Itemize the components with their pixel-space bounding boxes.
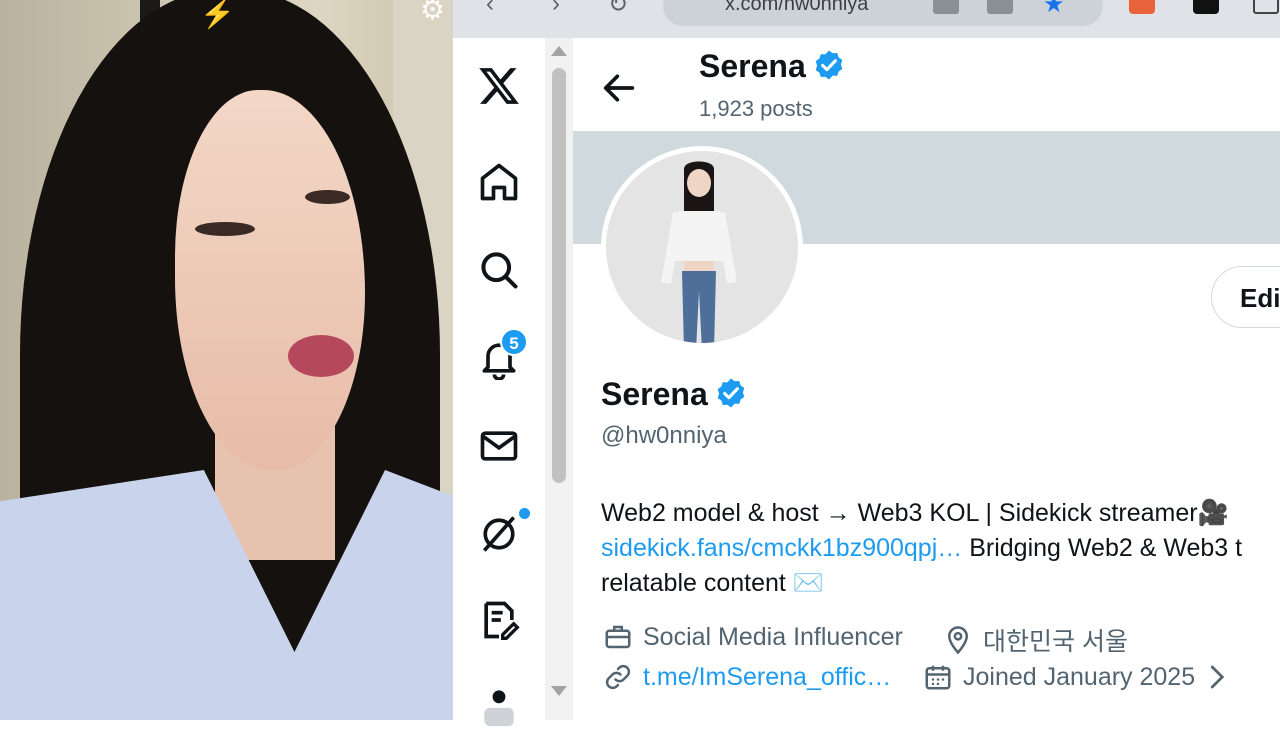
extension-fox-icon[interactable]	[1129, 0, 1155, 14]
browser-forward-icon[interactable]: ›	[541, 0, 571, 20]
profile-name-row: Serena	[601, 376, 748, 413]
drafts-edit-icon[interactable]	[477, 598, 521, 642]
notifications-count-badge: 5	[500, 328, 528, 356]
profile-name: Serena	[601, 376, 708, 412]
browser-reload-icon[interactable]: ↻	[603, 0, 633, 20]
location-pin-icon	[947, 626, 969, 655]
bio-line: sidekick.fans/cmckk1bz900qpj… Bridging W…	[601, 531, 1280, 566]
grok-new-dot	[519, 508, 530, 519]
joined-item[interactable]: Joined January 2025	[923, 662, 1241, 692]
webcam-person-eye	[195, 222, 255, 236]
edit-profile-button[interactable]: Edi	[1211, 266, 1280, 328]
profession-label: Social Media Influencer	[643, 622, 903, 651]
scroll-up-arrow-icon[interactable]	[551, 46, 567, 56]
bio-text: Bridging Web2 & Web3 t	[962, 534, 1243, 562]
briefcase-icon	[605, 625, 631, 649]
back-arrow-icon[interactable]	[599, 68, 639, 108]
sidebar-nav: 5	[453, 38, 545, 727]
profile-avatar[interactable]	[601, 146, 803, 348]
header-name: Serena	[699, 48, 806, 84]
profile-icon[interactable]	[477, 684, 521, 728]
scroll-down-arrow-icon[interactable]	[551, 686, 567, 696]
bio-link[interactable]: sidekick.fans/cmckk1bz900qpj…	[601, 534, 962, 562]
header-title: Serena	[699, 48, 846, 85]
flash-off-icon[interactable]: ⚡	[200, 0, 235, 28]
webcam-person-eye	[305, 190, 350, 204]
x-logo-icon[interactable]	[477, 64, 521, 108]
extension-icon[interactable]	[1253, 0, 1279, 14]
chevron-right-icon[interactable]	[1201, 662, 1231, 692]
calendar-icon	[925, 665, 951, 690]
sidebar-scrollbar[interactable]	[545, 38, 573, 720]
messages-envelope-icon[interactable]	[477, 424, 521, 468]
grok-icon[interactable]	[477, 512, 521, 556]
location-label: 대한민국 서울	[983, 628, 1128, 656]
scrollbar-thumb[interactable]	[552, 68, 566, 483]
profile-handle: @hw0nniya	[601, 422, 727, 449]
address-bar-url: x.com/hw0nniya	[725, 0, 869, 15]
joined-label: Joined January 2025	[963, 662, 1196, 691]
settings-icon[interactable]: ⚙	[420, 0, 445, 24]
verified-badge-icon	[815, 50, 843, 80]
link-icon	[605, 664, 631, 690]
website-item: t.me/ImSerena_offic…	[603, 662, 891, 692]
browser-toolbar: ‹ › ↻ x.com/hw0nniya ★	[453, 0, 1280, 38]
profile-main: Serena 1,923 posts Edi Serena @hw0nniya …	[573, 38, 1280, 720]
profile-bio: Web2 model & host → Web3 KOL | Sidekick …	[601, 496, 1280, 601]
webcam-person-lips	[288, 335, 354, 377]
profession-item: Social Media Influencer	[603, 622, 903, 652]
home-icon[interactable]	[477, 160, 521, 204]
webcam-overlay: ⚡ ⚙	[0, 0, 453, 720]
search-icon[interactable]	[477, 248, 521, 292]
location-item: 대한민국 서울	[943, 622, 1128, 658]
verified-badge-icon[interactable]	[714, 376, 748, 410]
bio-line: relatable content ✉️	[601, 569, 824, 597]
extension-icon[interactable]	[1193, 0, 1219, 14]
website-link[interactable]: t.me/ImSerena_offic…	[643, 663, 891, 692]
post-count: 1,923 posts	[699, 96, 813, 121]
translate-icon[interactable]	[933, 0, 959, 14]
browser-back-icon[interactable]: ‹	[475, 0, 505, 20]
bio-line: Web2 model & host → Web3 KOL | Sidekick …	[601, 499, 1229, 527]
cast-icon[interactable]	[987, 0, 1013, 14]
bookmark-star-icon[interactable]: ★	[1043, 0, 1069, 18]
